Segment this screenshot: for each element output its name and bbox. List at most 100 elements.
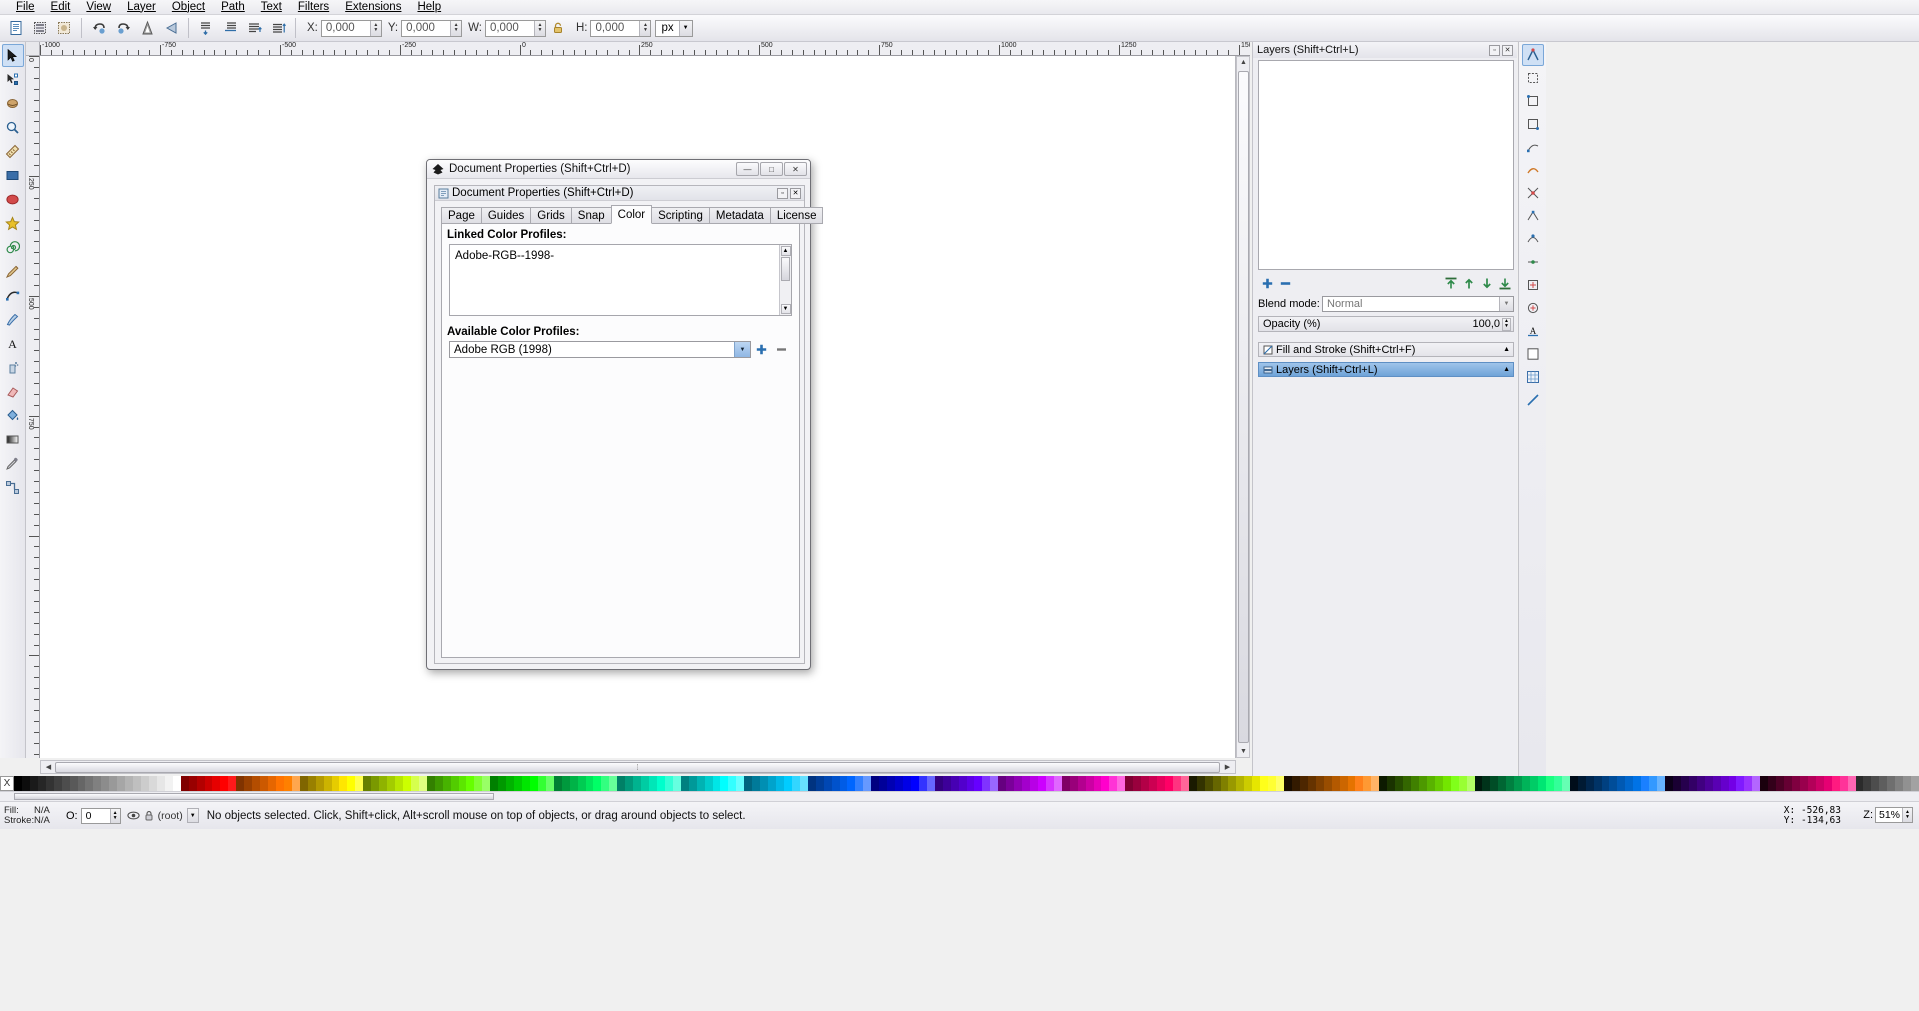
- snap-nodes-button[interactable]: [1522, 136, 1544, 158]
- palette-swatch[interactable]: [45, 776, 54, 791]
- palette-swatch[interactable]: [688, 776, 697, 791]
- palette-swatch[interactable]: [776, 776, 784, 791]
- snap-cusp-nodes-button[interactable]: [1522, 205, 1544, 227]
- palette-swatch[interactable]: [569, 776, 578, 791]
- tool-eraser[interactable]: [2, 380, 24, 403]
- fill-stroke-indicator[interactable]: Fill: N/A Stroke: N/A: [0, 805, 62, 826]
- palette-swatch[interactable]: [1736, 776, 1745, 791]
- palette-swatch[interactable]: [1323, 776, 1332, 791]
- palette-swatch[interactable]: [1307, 776, 1316, 791]
- y-field-stepper[interactable]: ▲ ▼: [450, 20, 462, 36]
- scroll-down-arrow-icon[interactable]: ▼: [780, 304, 791, 314]
- snap-path-intersections-button[interactable]: [1522, 182, 1544, 204]
- palette-swatch[interactable]: [1164, 776, 1173, 791]
- palette-swatch[interactable]: [1180, 776, 1189, 791]
- new-document-icon[interactable]: [5, 17, 27, 39]
- open-document-icon[interactable]: [29, 17, 51, 39]
- palette-swatch[interactable]: [593, 776, 602, 791]
- palette-swatch[interactable]: [1871, 776, 1880, 791]
- snap-bbox-edge-button[interactable]: [1522, 90, 1544, 112]
- tab-snap[interactable]: Snap: [570, 207, 612, 224]
- palette-swatch[interactable]: [1133, 776, 1142, 791]
- lower-to-bottom-button[interactable]: [1496, 275, 1514, 291]
- snap-grid-button[interactable]: [1522, 366, 1544, 388]
- palette-swatch[interactable]: [1030, 776, 1038, 791]
- palette-swatch[interactable]: [315, 776, 324, 791]
- palette-swatch[interactable]: [1331, 776, 1340, 791]
- w-field-stepper[interactable]: ▲ ▼: [533, 20, 545, 36]
- layer-indicator[interactable]: (root) ▼: [127, 808, 199, 823]
- palette-swatch[interactable]: [895, 776, 903, 791]
- palette-swatch[interactable]: [1037, 776, 1046, 791]
- palette-swatch[interactable]: [712, 776, 721, 791]
- remove-layer-button[interactable]: [1276, 275, 1294, 291]
- palette-swatch[interactable]: [1815, 776, 1824, 791]
- linked-profiles-box[interactable]: Adobe-RGB--1998- ▲ ▼: [449, 244, 792, 316]
- palette-swatch[interactable]: [974, 776, 983, 791]
- palette-swatch[interactable]: [275, 776, 284, 791]
- palette-swatch[interactable]: [426, 776, 435, 791]
- palette-swatch[interactable]: [1807, 776, 1816, 791]
- scroll-right-icon[interactable]: ▶: [1221, 763, 1234, 771]
- palette-swatch[interactable]: [649, 776, 657, 791]
- palette-swatch[interactable]: [379, 776, 388, 791]
- save-document-icon[interactable]: [53, 17, 75, 39]
- palette-scrollbar[interactable]: [0, 791, 1919, 801]
- docker-float-button[interactable]: ▫: [1489, 44, 1500, 56]
- palette-swatch[interactable]: [1688, 776, 1697, 791]
- palette-swatch[interactable]: [1085, 776, 1094, 791]
- palette-swatch[interactable]: [434, 776, 443, 791]
- palette-swatch[interactable]: [1387, 776, 1396, 791]
- w-field[interactable]: 0,000 ▲ ▼: [484, 19, 546, 37]
- palette-swatch[interactable]: [363, 776, 372, 791]
- palette-swatch[interactable]: [1434, 776, 1443, 791]
- palette-swatch[interactable]: [1776, 776, 1785, 791]
- zoom-page-icon[interactable]: [243, 17, 265, 39]
- palette-swatch[interactable]: [1760, 776, 1769, 791]
- blend-chevron-down-icon[interactable]: ▼: [1499, 297, 1513, 311]
- dialog-title-bar[interactable]: Document Properties (Shift+Ctrl+D) — □ ✕: [427, 160, 810, 179]
- palette-swatch[interactable]: [1260, 776, 1269, 791]
- palette-swatch[interactable]: [942, 776, 951, 791]
- palette-swatch[interactable]: [680, 776, 689, 791]
- palette-swatch[interactable]: [672, 776, 681, 791]
- palette-swatch[interactable]: [1657, 776, 1665, 791]
- palette-swatch[interactable]: [514, 776, 522, 791]
- menu-object[interactable]: Object: [164, 0, 213, 15]
- tool-star[interactable]: [2, 212, 24, 235]
- palette-swatch[interactable]: [831, 776, 840, 791]
- horizontal-scroll-thumb[interactable]: [55, 761, 1220, 773]
- palette-swatch[interactable]: [402, 776, 411, 791]
- palette-swatch[interactable]: [244, 776, 253, 791]
- tab-metadata[interactable]: Metadata: [708, 207, 771, 224]
- palette-swatch[interactable]: [1855, 776, 1864, 791]
- tool-rectangle[interactable]: [2, 164, 24, 187]
- palette-swatch[interactable]: [1284, 776, 1292, 791]
- remove-profile-button[interactable]: [771, 341, 791, 358]
- palette-swatch[interactable]: [299, 776, 308, 791]
- palette-swatch[interactable]: [180, 776, 189, 791]
- dialog-maximize-button[interactable]: □: [760, 162, 783, 176]
- palette-swatch[interactable]: [1268, 776, 1277, 791]
- palette-swatch[interactable]: [1109, 776, 1118, 791]
- snap-midpoints-button[interactable]: [1522, 251, 1544, 273]
- palette-swatch[interactable]: [212, 776, 221, 791]
- tool-gradient[interactable]: [2, 428, 24, 451]
- zoom-stepper[interactable]: ▲ ▼: [1902, 808, 1912, 822]
- palette-swatch[interactable]: [1117, 776, 1126, 791]
- palette-swatch[interactable]: [1665, 776, 1673, 791]
- palette-swatch[interactable]: [1792, 776, 1800, 791]
- palette-swatch[interactable]: [807, 776, 816, 791]
- palette-swatch[interactable]: [982, 776, 991, 791]
- unit-selector[interactable]: px ▼: [655, 19, 693, 37]
- palette-swatch[interactable]: [1577, 776, 1586, 791]
- palette-swatch[interactable]: [934, 776, 943, 791]
- palette-swatch[interactable]: [268, 776, 276, 791]
- menu-text[interactable]: Text: [253, 0, 290, 15]
- palette-swatch[interactable]: [752, 776, 761, 791]
- x-field-stepper[interactable]: ▲ ▼: [369, 20, 381, 36]
- scroll-up-arrow-icon[interactable]: ▲: [780, 246, 791, 256]
- palette-swatch[interactable]: [1442, 776, 1451, 791]
- palette-swatch[interactable]: [141, 776, 149, 791]
- tab-page[interactable]: Page: [441, 207, 482, 224]
